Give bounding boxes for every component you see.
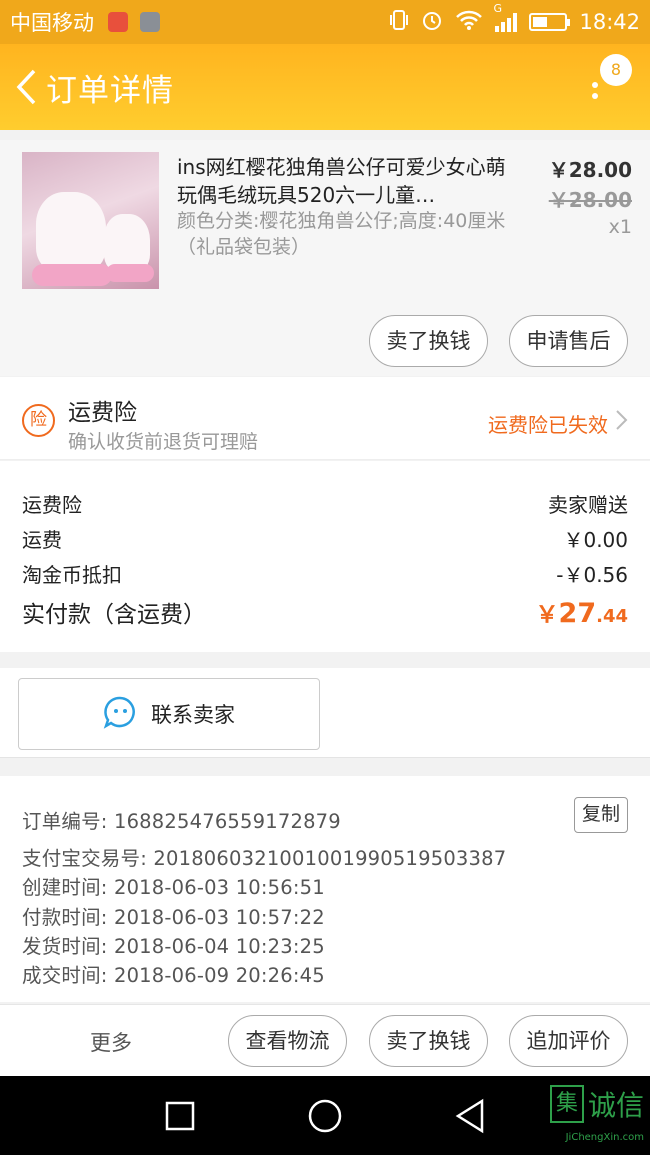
resell-button[interactable]: 卖了换钱 bbox=[369, 315, 488, 367]
product-quantity: x1 bbox=[608, 216, 632, 238]
page-title: 订单详情 bbox=[46, 72, 174, 109]
watermark-sub: JiChengXin.com bbox=[565, 1132, 644, 1143]
product-price: ￥28.00 bbox=[548, 158, 632, 182]
order-number: 订单编号: 168825476559172879 bbox=[22, 810, 341, 833]
cost-row: 淘金币抵扣 -￥0.56 bbox=[22, 559, 628, 589]
paid-time: 付款时间: 2018-06-03 10:57:22 bbox=[22, 906, 325, 929]
back-triangle-icon[interactable] bbox=[450, 1096, 490, 1136]
insurance-status: 运费险已失效 bbox=[488, 413, 608, 437]
alarm-icon bbox=[421, 9, 443, 36]
bottom-action-bar: 更多 查看物流 卖了换钱 追加评价 bbox=[0, 1004, 650, 1076]
watermark-logo: 集 诚信 bbox=[549, 1084, 644, 1124]
copy-button[interactable]: 复制 bbox=[574, 797, 628, 833]
more-link[interactable]: 更多 bbox=[90, 1027, 132, 1057]
product-card[interactable]: ins网红樱花独角兽公仔可爱少女心萌玩偶毛绒玩具520六一儿童… 颜色分类:樱花… bbox=[0, 140, 650, 376]
cost-label: 运费险 bbox=[22, 493, 82, 517]
alipay-trade-number: 支付宝交易号: 2018060321001001990519503387 bbox=[22, 847, 507, 870]
view-logistics-button[interactable]: 查看物流 bbox=[228, 1015, 347, 1067]
network-type-label: G bbox=[493, 2, 502, 15]
more-dots-icon bbox=[592, 82, 598, 104]
watermark-text: 诚信 bbox=[587, 1089, 644, 1122]
completed-time: 成交时间: 2018-06-09 20:26:45 bbox=[22, 964, 325, 987]
insurance-desc: 确认收货前退货可理赔 bbox=[68, 431, 259, 453]
nav-bar: 订单详情 8 bbox=[0, 44, 650, 130]
after-sale-button[interactable]: 申请售后 bbox=[509, 315, 628, 367]
resell-bottom-button[interactable]: 卖了换钱 bbox=[369, 1015, 488, 1067]
cost-row: 运费 ￥0.00 bbox=[22, 524, 628, 554]
wifi-icon bbox=[455, 9, 483, 36]
contact-seller-button[interactable]: 联系卖家 bbox=[18, 678, 320, 750]
more-menu-button[interactable]: 8 bbox=[582, 52, 632, 112]
total-decimal: .44 bbox=[596, 606, 628, 627]
chevron-right-icon bbox=[614, 409, 628, 431]
contact-seller-label: 联系卖家 bbox=[151, 703, 235, 727]
insurance-title: 运费险 bbox=[68, 400, 137, 426]
cost-value: -￥0.56 bbox=[556, 563, 628, 587]
signal-icon: G bbox=[493, 2, 518, 32]
product-image[interactable] bbox=[22, 152, 159, 289]
cost-label: 运费 bbox=[22, 528, 62, 552]
total-currency: ￥ bbox=[535, 602, 559, 628]
product-sku: 颜色分类:樱花独角兽公仔;高度:40厘米（礼品袋包装） bbox=[177, 210, 506, 258]
insurance-icon: 险 bbox=[22, 404, 55, 437]
cost-summary: 运费险 卖家赠送 运费 ￥0.00 淘金币抵扣 -￥0.56 实付款（含运费） … bbox=[0, 461, 650, 652]
created-time: 创建时间: 2018-06-03 10:56:51 bbox=[22, 876, 325, 899]
home-icon[interactable] bbox=[305, 1096, 345, 1136]
shipping-insurance-row[interactable]: 险 运费险 确认收货前退货可理赔 运费险已失效 bbox=[0, 377, 650, 460]
total-amount: ￥27.44 bbox=[536, 595, 628, 629]
message-count-badge: 8 bbox=[600, 54, 632, 86]
total-integer: 27 bbox=[558, 598, 597, 629]
contact-section: 联系卖家 bbox=[0, 668, 650, 758]
product-original-price: ￥28.00 bbox=[548, 188, 632, 212]
shipped-time: 发货时间: 2018-06-04 10:23:25 bbox=[22, 935, 325, 958]
chat-bubble-icon bbox=[103, 695, 137, 734]
cost-value: ￥0.00 bbox=[563, 528, 628, 552]
image-notification-icon bbox=[140, 12, 160, 32]
total-row: 实付款（含运费） ￥27.44 bbox=[22, 595, 628, 631]
status-bar: 中国移动 G 18:42 bbox=[0, 0, 650, 44]
cost-label: 淘金币抵扣 bbox=[22, 563, 122, 587]
carrier-label: 中国移动 bbox=[10, 11, 94, 35]
mail-notification-icon bbox=[108, 12, 128, 32]
back-arrow-icon[interactable] bbox=[4, 57, 48, 117]
total-label: 实付款（含运费） bbox=[22, 602, 206, 628]
battery-icon bbox=[529, 13, 571, 31]
cost-value: 卖家赠送 bbox=[548, 493, 628, 517]
product-title[interactable]: ins网红樱花独角兽公仔可爱少女心萌玩偶毛绒玩具520六一儿童… bbox=[177, 153, 507, 209]
watermark-box: 集 bbox=[549, 1085, 584, 1123]
recent-apps-icon[interactable] bbox=[160, 1096, 200, 1136]
system-nav-bar: 集 诚信 JiChengXin.com bbox=[0, 1076, 650, 1155]
clock-label: 18:42 bbox=[579, 10, 640, 34]
order-info: 订单编号: 168825476559172879 支付宝交易号: 2018060… bbox=[0, 776, 650, 1002]
cost-row: 运费险 卖家赠送 bbox=[22, 489, 628, 519]
add-review-button[interactable]: 追加评价 bbox=[509, 1015, 628, 1067]
vibrate-icon bbox=[389, 9, 409, 36]
